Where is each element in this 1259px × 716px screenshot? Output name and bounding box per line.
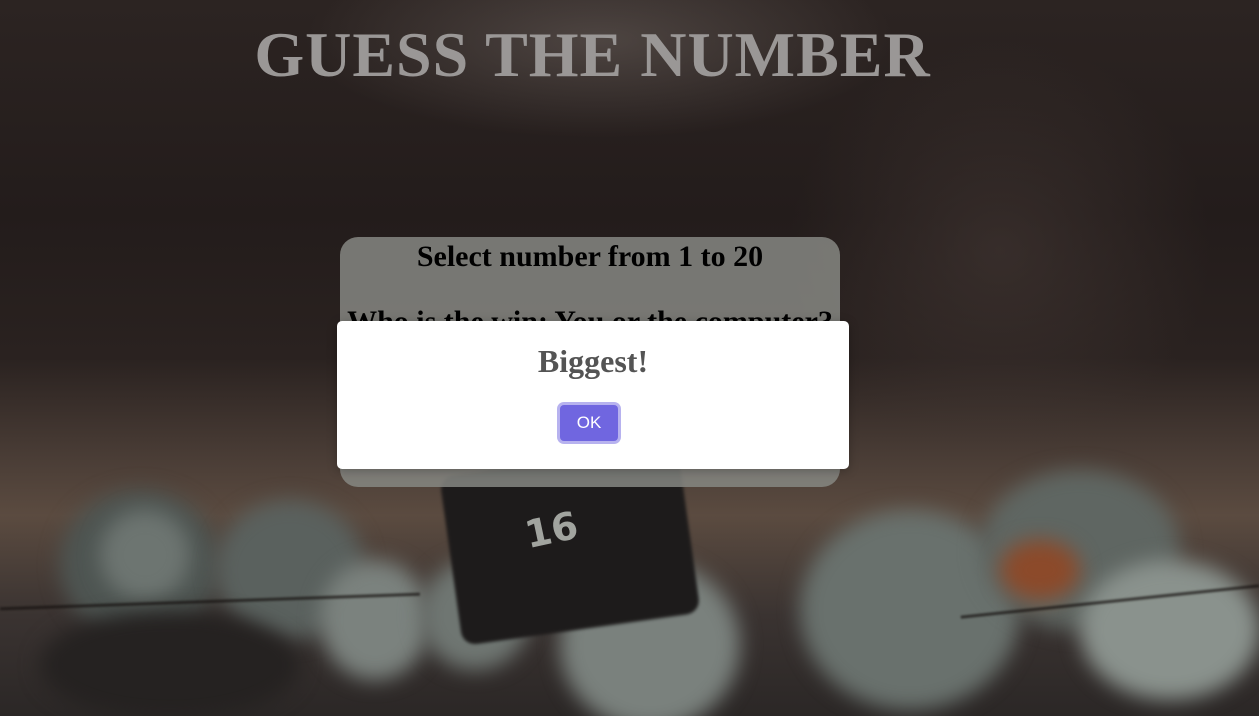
alert-dialog: Biggest! OK [337,321,849,469]
ok-button[interactable]: OK [560,405,618,441]
dialog-message: Biggest! [537,343,649,379]
